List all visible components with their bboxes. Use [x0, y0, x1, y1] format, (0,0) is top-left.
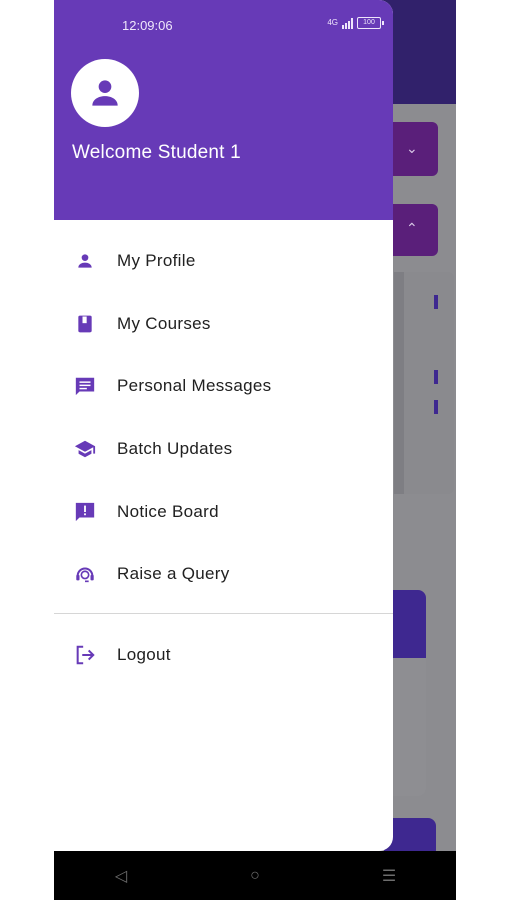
person-icon [73, 249, 97, 273]
avatar[interactable] [71, 59, 139, 127]
logout-button[interactable]: Logout [54, 624, 393, 687]
navigation-drawer: 12:09:06 4G 100 Welcome Student 1 My Pro… [54, 0, 393, 851]
drawer-header: 12:09:06 4G 100 Welcome Student 1 [54, 0, 393, 220]
logout-section: Logout [54, 624, 393, 687]
battery-icon: 100 [357, 17, 384, 29]
menu-divider [54, 613, 393, 614]
system-nav-bar: ◁ ○ ☰ [54, 851, 456, 900]
network-type: 4G [327, 18, 338, 27]
background-mark [434, 370, 438, 384]
status-time: 12:09:06 [122, 18, 173, 33]
menu-item-batch-updates[interactable]: Batch Updates [54, 418, 393, 481]
menu-item-personal-messages[interactable]: Personal Messages [54, 355, 393, 418]
background-panel-edge [394, 272, 404, 494]
signal-icon [342, 17, 353, 29]
menu-label: Notice Board [117, 501, 219, 521]
menu-label: Batch Updates [117, 439, 233, 459]
menu-item-notice-board[interactable]: Notice Board [54, 480, 393, 543]
announcement-icon [73, 500, 97, 524]
chevron-down-icon: ⌄ [406, 140, 418, 156]
message-icon [73, 374, 97, 398]
menu-label: Raise a Query [117, 564, 230, 584]
menu-label: My Profile [117, 251, 196, 271]
phone-screen: ⌄ ⌃ 12:09:06 4G 100 Welcome Student 1 My… [54, 0, 456, 900]
home-icon[interactable]: ○ [235, 867, 275, 885]
school-icon [73, 437, 97, 461]
background-mark [434, 295, 438, 309]
recents-icon[interactable]: ☰ [369, 866, 409, 886]
book-icon [73, 312, 97, 336]
menu-item-my-profile[interactable]: My Profile [54, 230, 393, 293]
drawer-menu: My Profile My Courses Personal Messages … [54, 230, 393, 606]
back-icon[interactable]: ◁ [101, 866, 141, 886]
menu-label: My Courses [117, 313, 211, 333]
logout-icon [73, 643, 97, 667]
menu-item-raise-a-query[interactable]: Raise a Query [54, 543, 393, 606]
status-icons: 4G 100 [327, 17, 384, 29]
menu-item-my-courses[interactable]: My Courses [54, 293, 393, 356]
menu-label: Personal Messages [117, 376, 272, 396]
menu-label: Logout [117, 645, 171, 665]
chevron-up-icon: ⌃ [406, 220, 418, 236]
person-icon [92, 80, 118, 106]
background-mark [434, 400, 438, 414]
support-agent-icon [73, 562, 97, 586]
welcome-text: Welcome Student 1 [72, 142, 241, 163]
